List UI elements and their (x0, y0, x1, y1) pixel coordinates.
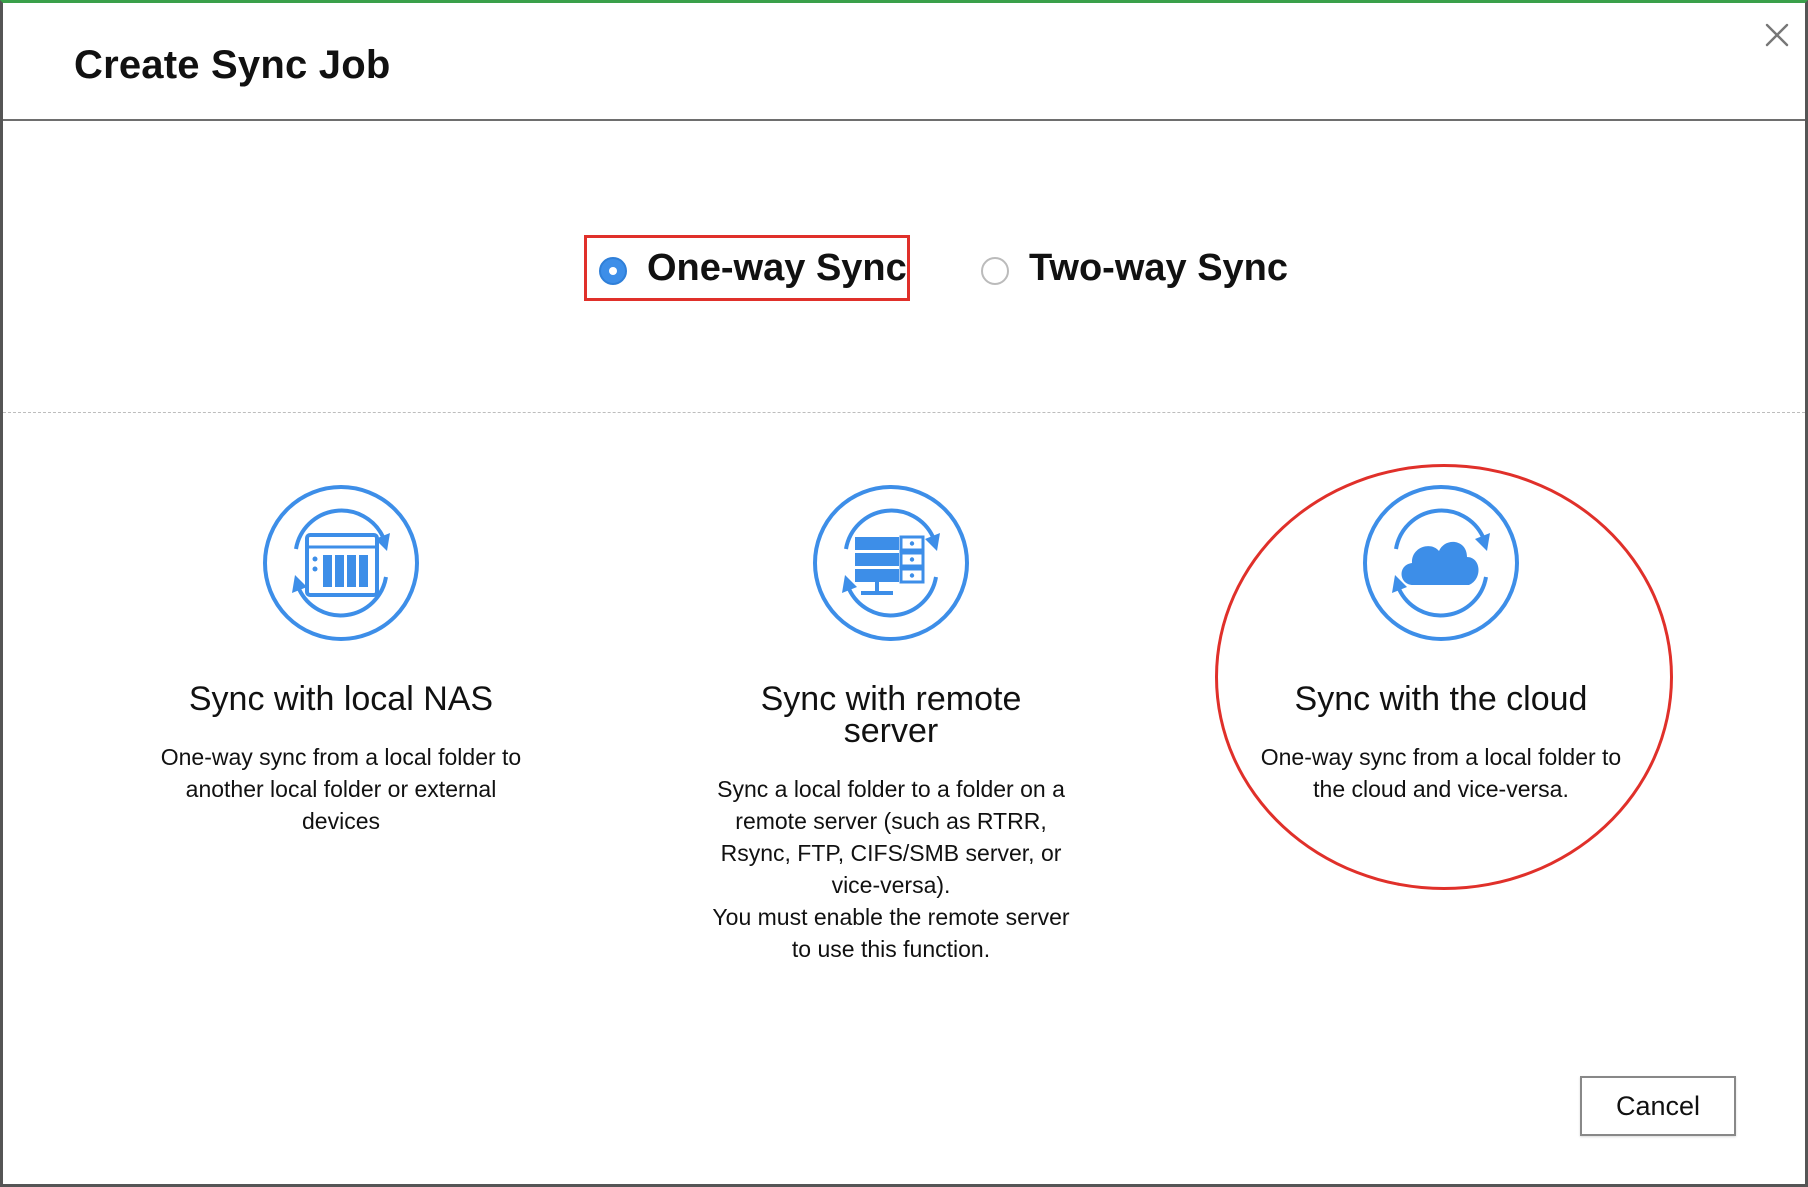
description-line: the cloud and vice-versa. (1313, 776, 1569, 802)
dialog-title: Create Sync Job (74, 43, 391, 87)
sync-remote-server-option[interactable]: Sync with remote server Sync a local fol… (671, 481, 1111, 965)
description-line: vice-versa). (831, 872, 951, 898)
card-title-line: server (843, 712, 939, 750)
description-line: remote server (such as RTRR, (735, 808, 1047, 834)
nas-sync-icon (259, 481, 423, 645)
two-way-sync-label: Two-way Sync (1029, 246, 1289, 289)
one-way-sync-radio-option[interactable]: One-way Sync (584, 235, 910, 301)
description-line: You must enable the remote server (712, 904, 1070, 930)
dialog-header: Create Sync Job (3, 3, 1805, 121)
sync-mode-selector: One-way Sync Two-way Sync (3, 235, 1805, 301)
card-description: One-way sync from a local folder to the … (1221, 741, 1661, 805)
description-line: devices (302, 808, 380, 834)
card-title-line: Sync with remote (760, 680, 1022, 718)
card-description: One-way sync from a local folder to anot… (121, 741, 561, 837)
one-way-sync-radio[interactable] (599, 257, 627, 285)
description-line: One-way sync from a local folder to (160, 744, 522, 770)
description-line: another local folder or external (185, 776, 497, 802)
cloud-sync-icon (1359, 481, 1523, 645)
close-icon[interactable] (1761, 19, 1793, 51)
section-divider (3, 412, 1805, 413)
create-sync-job-dialog: Create Sync Job One-way Sync Two-way Syn… (0, 0, 1808, 1187)
two-way-sync-radio[interactable] (981, 257, 1009, 285)
one-way-sync-label: One-way Sync (647, 246, 907, 289)
description-line: to use this function. (791, 936, 991, 962)
sync-cloud-option[interactable]: Sync with the cloud One-way sync from a … (1221, 481, 1661, 805)
sync-local-nas-option[interactable]: Sync with local NAS One-way sync from a … (121, 481, 561, 837)
card-title: Sync with remote server (671, 680, 1111, 750)
description-line: Sync a local folder to a folder on a (717, 776, 1065, 802)
card-title: Sync with local NAS (188, 680, 494, 718)
card-title: Sync with the cloud (1294, 680, 1588, 718)
card-description: Sync a local folder to a folder on a rem… (671, 773, 1111, 965)
cancel-button[interactable]: Cancel (1580, 1076, 1736, 1136)
server-sync-icon (809, 481, 973, 645)
description-line: One-way sync from a local folder to (1260, 744, 1622, 770)
two-way-sync-radio-option[interactable]: Two-way Sync (981, 235, 1288, 301)
description-line: Rsync, FTP, CIFS/SMB server, or (720, 840, 1062, 866)
